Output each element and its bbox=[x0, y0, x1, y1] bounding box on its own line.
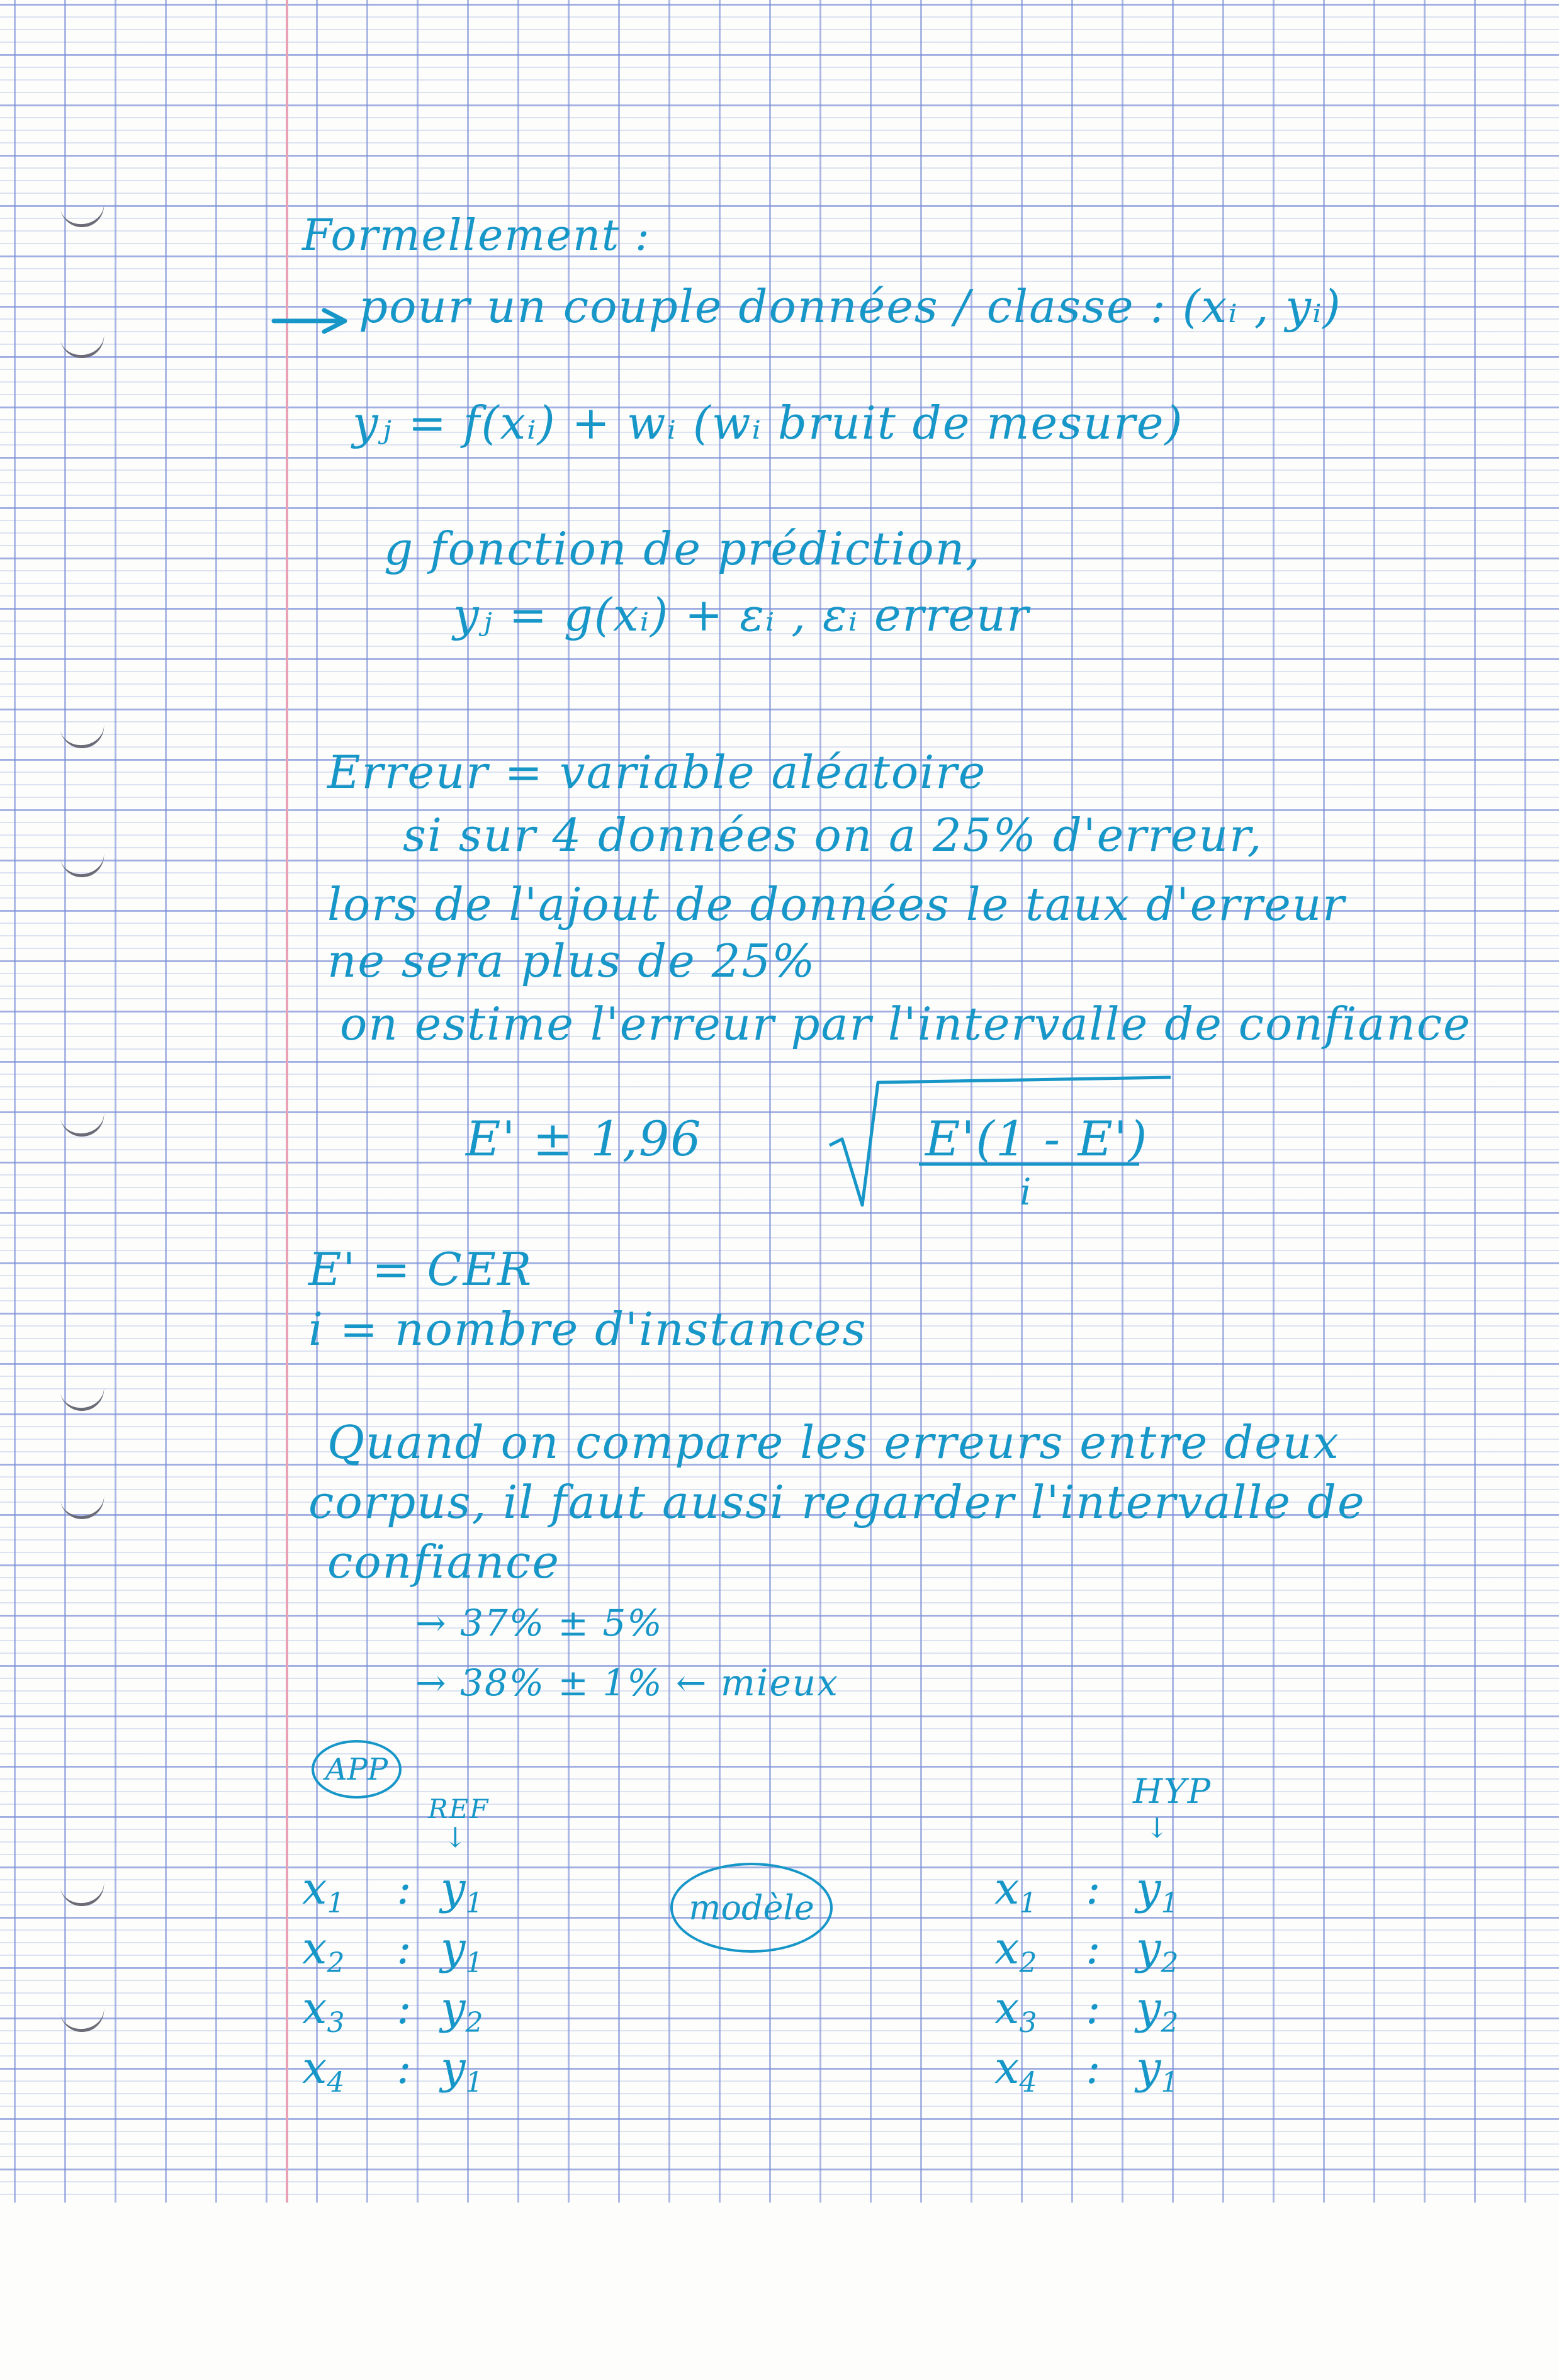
x-subscript: 2 bbox=[1019, 1947, 1037, 1979]
definition-cer: E' = CER bbox=[308, 1243, 533, 1296]
x-subscript: 1 bbox=[1019, 1887, 1037, 1919]
hyp-y-cell: y1 bbox=[1136, 2042, 1179, 2099]
x-subscript: 1 bbox=[327, 1887, 345, 1919]
colon: : bbox=[1086, 1863, 1101, 1914]
y-variable: y bbox=[1136, 1863, 1161, 1914]
y-subscript: 1 bbox=[1161, 1887, 1179, 1919]
hyp-x-cell: x1 bbox=[994, 1863, 1037, 1919]
prediction-label: g fonction de prédiction, bbox=[384, 522, 981, 575]
y-variable: y bbox=[441, 2042, 466, 2094]
y-subscript: 1 bbox=[465, 1947, 483, 1979]
x-variable: x bbox=[302, 2042, 327, 2094]
compare-line-1: Quand on compare les erreurs entre deux bbox=[327, 1416, 1340, 1469]
error-line-3: ne sera plus de 25% bbox=[327, 935, 816, 987]
hyp-label: HYP bbox=[1133, 1771, 1212, 1811]
error-line-1: si sur 4 données on a 25% d'erreur, bbox=[403, 809, 1263, 862]
x-variable: x bbox=[994, 1863, 1020, 1914]
hyp-x-cell: x2 bbox=[994, 1923, 1037, 1979]
error-title: Erreur = variable aléatoire bbox=[327, 746, 987, 799]
formula-denominator: i bbox=[1020, 1170, 1033, 1213]
colon: : bbox=[397, 1923, 412, 1974]
equation-prediction: yⱼ = g(xᵢ) + εᵢ , εᵢ erreur bbox=[453, 588, 1030, 641]
ref-y-cell: y1 bbox=[441, 1863, 483, 1919]
x-subscript: 2 bbox=[327, 1947, 345, 1979]
colon: : bbox=[1086, 1923, 1101, 1974]
y-subscript: 2 bbox=[1161, 2007, 1179, 2039]
hyp-y-cell: y1 bbox=[1136, 1863, 1179, 1919]
model-node: modèle bbox=[670, 1863, 833, 1953]
ref-label: REF bbox=[428, 1793, 490, 1824]
ref-x-cell: x4 bbox=[302, 2042, 344, 2099]
definition-instances: i = nombre d'instances bbox=[308, 1303, 867, 1356]
hyp-y-cell: y2 bbox=[1136, 1923, 1179, 1979]
x-variable: x bbox=[302, 1982, 327, 2034]
y-subscript: 1 bbox=[1161, 2067, 1179, 2099]
equation-measure: yⱼ = f(xᵢ) + wᵢ (wᵢ bruit de mesure) bbox=[352, 396, 1184, 449]
x-subscript: 4 bbox=[327, 2067, 345, 2099]
y-subscript: 2 bbox=[465, 2007, 483, 2039]
ref-down-arrow: ↓ bbox=[444, 1822, 468, 1854]
x-subscript: 3 bbox=[327, 2007, 345, 2039]
y-variable: y bbox=[1136, 1982, 1161, 2034]
formula-radicand: E'(1 - E') bbox=[925, 1111, 1149, 1167]
y-variable: y bbox=[1136, 1923, 1161, 1974]
error-line-4: on estime l'erreur par l'intervalle de c… bbox=[340, 997, 1472, 1050]
hyp-down-arrow: ↓ bbox=[1145, 1812, 1170, 1844]
ref-y-cell: y1 bbox=[441, 1923, 483, 1979]
ref-y-cell: y1 bbox=[441, 2042, 483, 2099]
y-subscript: 1 bbox=[465, 1887, 483, 1919]
y-variable: y bbox=[441, 1923, 466, 1974]
colon: : bbox=[397, 1863, 412, 1914]
example-2: → 38% ± 1% ← mieux bbox=[415, 1661, 839, 1704]
x-variable: x bbox=[994, 1923, 1020, 1974]
x-variable: x bbox=[994, 2042, 1020, 2094]
x-subscript: 4 bbox=[1019, 2067, 1037, 2099]
colon: : bbox=[397, 2042, 412, 2094]
app-badge: APP bbox=[312, 1740, 402, 1799]
hyp-x-cell: x3 bbox=[994, 1982, 1037, 2039]
x-variable: x bbox=[302, 1923, 327, 1974]
colon: : bbox=[397, 1982, 412, 2034]
hyp-x-cell: x4 bbox=[994, 2042, 1037, 2099]
arrow-to-model bbox=[453, 2342, 661, 2380]
hyp-y-cell: y2 bbox=[1136, 1982, 1179, 2039]
y-subscript: 1 bbox=[465, 2067, 483, 2099]
compare-line-3: confiance bbox=[327, 1535, 560, 1588]
colon: : bbox=[1086, 1982, 1101, 2034]
ref-x-cell: x2 bbox=[302, 1923, 344, 1979]
y-variable: y bbox=[441, 1982, 466, 2034]
intro-line: pour un couple données / classe : (xᵢ , … bbox=[359, 280, 1342, 333]
arrow-right-icon bbox=[271, 308, 347, 334]
notes-title: Formellement : bbox=[302, 211, 651, 261]
x-variable: x bbox=[302, 1863, 327, 1914]
ref-x-cell: x1 bbox=[302, 1863, 344, 1919]
ref-x-cell: x3 bbox=[302, 1982, 344, 2039]
y-subscript: 2 bbox=[1161, 1947, 1179, 1979]
x-variable: x bbox=[994, 1982, 1020, 2034]
y-variable: y bbox=[441, 1863, 466, 1914]
compare-line-2: corpus, il faut aussi regarder l'interva… bbox=[308, 1476, 1366, 1529]
y-variable: y bbox=[1136, 2042, 1161, 2094]
x-subscript: 3 bbox=[1019, 2007, 1037, 2039]
confidence-interval-formula: E' ± 1,96 bbox=[466, 1111, 702, 1167]
example-1: → 37% ± 5% bbox=[415, 1602, 663, 1644]
error-line-2: lors de l'ajout de données le taux d'err… bbox=[327, 878, 1346, 931]
ref-y-cell: y2 bbox=[441, 1982, 483, 2039]
colon: : bbox=[1086, 2042, 1101, 2094]
